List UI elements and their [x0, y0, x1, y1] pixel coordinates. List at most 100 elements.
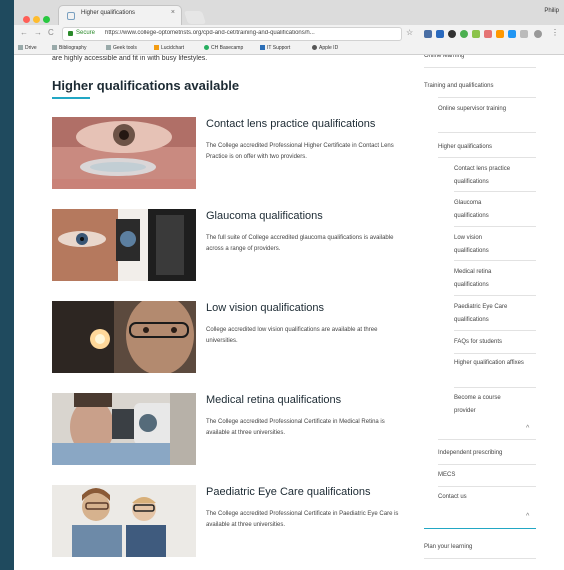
- tab-title: Higher qualifications: [81, 10, 136, 16]
- sidebar-subitem-glaucoma[interactable]: Glaucoma qualifications: [454, 197, 504, 223]
- extension-icon[interactable]: [484, 30, 492, 38]
- low-vision-image[interactable]: [52, 301, 196, 373]
- bookmarks-bar: Drive Bibliography Geek tools Lucidchart…: [14, 43, 564, 55]
- divider: [438, 464, 536, 465]
- divider: [438, 486, 536, 487]
- bookmark-item[interactable]: Drive: [18, 45, 37, 51]
- divider: [454, 191, 536, 192]
- heading-underline: [52, 97, 90, 99]
- qualification-title[interactable]: Low vision qualifications: [206, 302, 324, 314]
- contact-lens-image[interactable]: [52, 117, 196, 189]
- extension-icon[interactable]: [496, 30, 504, 38]
- sidebar-item-faqs[interactable]: FAQs for students: [454, 336, 502, 349]
- close-window-button[interactable]: [23, 16, 30, 23]
- sidebar-subitem-low-vision[interactable]: Low vision qualifications: [454, 232, 504, 258]
- extension-icon[interactable]: [436, 30, 444, 38]
- page-title: Higher qualifications available: [52, 78, 240, 93]
- sidebar-subitem-paediatric[interactable]: Paediatric Eye Care qualifications: [454, 301, 536, 327]
- folder-icon: [52, 45, 57, 50]
- chevron-up-icon[interactable]: ^: [526, 425, 529, 432]
- sidebar-subitem-contact-lens[interactable]: Contact lens practice qualifications: [454, 163, 536, 189]
- bookmark-star-icon[interactable]: ☆: [406, 28, 413, 37]
- sidebar-item-online-supervisor[interactable]: Online supervisor training: [438, 103, 518, 116]
- qualification-title[interactable]: Contact lens practice qualifications: [206, 118, 375, 130]
- extension-icon[interactable]: [534, 30, 542, 38]
- qualification-title[interactable]: Medical retina qualifications: [206, 394, 341, 406]
- sidebar-item-plan-learning[interactable]: Plan your learning: [424, 541, 472, 554]
- page-content: are highly accessible and fit in with bu…: [14, 55, 564, 570]
- qualification-card-glaucoma[interactable]: Glaucoma qualifications The full suite o…: [52, 209, 412, 281]
- divider: [454, 260, 536, 261]
- lock-icon: [68, 31, 73, 36]
- sidebar-item-contact[interactable]: Contact us: [438, 491, 467, 504]
- sidebar-item-mecs[interactable]: MECS: [438, 469, 455, 482]
- drive-icon: [18, 45, 23, 50]
- qualification-description: College accredited low vision qualificat…: [206, 327, 378, 344]
- divider: [454, 353, 536, 354]
- more-menu-icon[interactable]: ⋮: [551, 28, 559, 37]
- apple-icon: [312, 45, 317, 50]
- qualification-title[interactable]: Glaucoma qualifications: [206, 210, 323, 222]
- bookmark-item[interactable]: Geek tools: [106, 45, 137, 51]
- divider: [424, 558, 536, 559]
- zoom-window-button[interactable]: [43, 16, 50, 23]
- bookmark-item[interactable]: IT Support: [260, 45, 290, 51]
- bookmark-item[interactable]: CH Basecamp: [204, 45, 243, 51]
- divider: [438, 157, 536, 158]
- bookmark-item[interactable]: Apple ID: [312, 45, 338, 51]
- secure-label: Secure: [76, 30, 96, 36]
- divider: [424, 67, 536, 68]
- folder-icon: [106, 45, 111, 50]
- close-tab-icon[interactable]: ×: [171, 9, 175, 16]
- url-text[interactable]: https://www.college-optometrists.org/cpd…: [105, 30, 395, 36]
- qualification-card-contact-lens[interactable]: Contact lens practice qualifications The…: [52, 117, 412, 189]
- paediatric-eye-care-image[interactable]: [52, 485, 196, 557]
- qualification-description: The College accredited Professional High…: [206, 143, 394, 160]
- sidebar-item-affixes[interactable]: Higher qualification affixes: [454, 357, 536, 370]
- chevron-up-icon[interactable]: ^: [526, 513, 529, 520]
- extension-icon[interactable]: [460, 30, 468, 38]
- divider: [438, 132, 536, 133]
- reload-icon[interactable]: C: [48, 28, 54, 37]
- glaucoma-image[interactable]: [52, 209, 196, 281]
- browser-toolbar: ← → C Secure https://www.college-optomet…: [14, 25, 564, 43]
- sidebar-item-training[interactable]: Training and qualifications: [424, 80, 494, 93]
- minimize-window-button[interactable]: [33, 16, 40, 23]
- qualification-card-low-vision[interactable]: Low vision qualifications College accred…: [52, 301, 412, 373]
- lucidchart-icon: [154, 45, 159, 50]
- divider: [438, 97, 536, 98]
- extension-icon[interactable]: [424, 30, 432, 38]
- profile-name[interactable]: Philip: [544, 8, 559, 14]
- divider: [454, 226, 536, 227]
- extension-icon[interactable]: [520, 30, 528, 38]
- qualification-card-medical-retina[interactable]: Medical retina qualifications The Colleg…: [52, 393, 412, 465]
- sidebar-item-independent[interactable]: Independent prescribing: [438, 447, 502, 460]
- extension-icon[interactable]: [508, 30, 516, 38]
- qualification-title[interactable]: Paediatric Eye Care qualifications: [206, 486, 370, 498]
- back-icon[interactable]: ←: [20, 28, 28, 37]
- favicon-icon: [67, 12, 75, 20]
- address-bar[interactable]: Secure https://www.college-optometrists.…: [62, 27, 402, 41]
- sidebar-item-online-learning[interactable]: Online learning: [424, 55, 464, 63]
- intro-text: are highly accessible and fit in with bu…: [52, 55, 208, 62]
- extension-icon[interactable]: [472, 30, 480, 38]
- medical-retina-image[interactable]: [52, 393, 196, 465]
- sidebar-item-higher[interactable]: Higher qualifications: [438, 141, 492, 154]
- divider: [454, 387, 536, 388]
- basecamp-icon: [204, 45, 209, 50]
- browser-tab[interactable]: Higher qualifications ×: [58, 5, 182, 25]
- divider: [454, 330, 536, 331]
- extension-icon[interactable]: [448, 30, 456, 38]
- it-support-icon: [260, 45, 265, 50]
- divider: [454, 295, 536, 296]
- qualification-card-paediatric[interactable]: Paediatric Eye Care qualifications The C…: [52, 485, 412, 557]
- qualification-description: The College accredited Professional Cert…: [206, 511, 399, 528]
- qualification-description: The College accredited Professional Cert…: [206, 419, 385, 436]
- sidebar-item-course-provider[interactable]: Become a course provider: [454, 392, 524, 418]
- divider: [438, 439, 536, 440]
- sidebar-subitem-medical-retina[interactable]: Medical retina qualifications: [454, 266, 514, 292]
- bookmark-item[interactable]: Lucidchart: [154, 45, 184, 51]
- bookmark-item[interactable]: Bibliography: [52, 45, 87, 51]
- forward-icon[interactable]: →: [34, 28, 42, 37]
- new-tab-button[interactable]: [183, 11, 207, 24]
